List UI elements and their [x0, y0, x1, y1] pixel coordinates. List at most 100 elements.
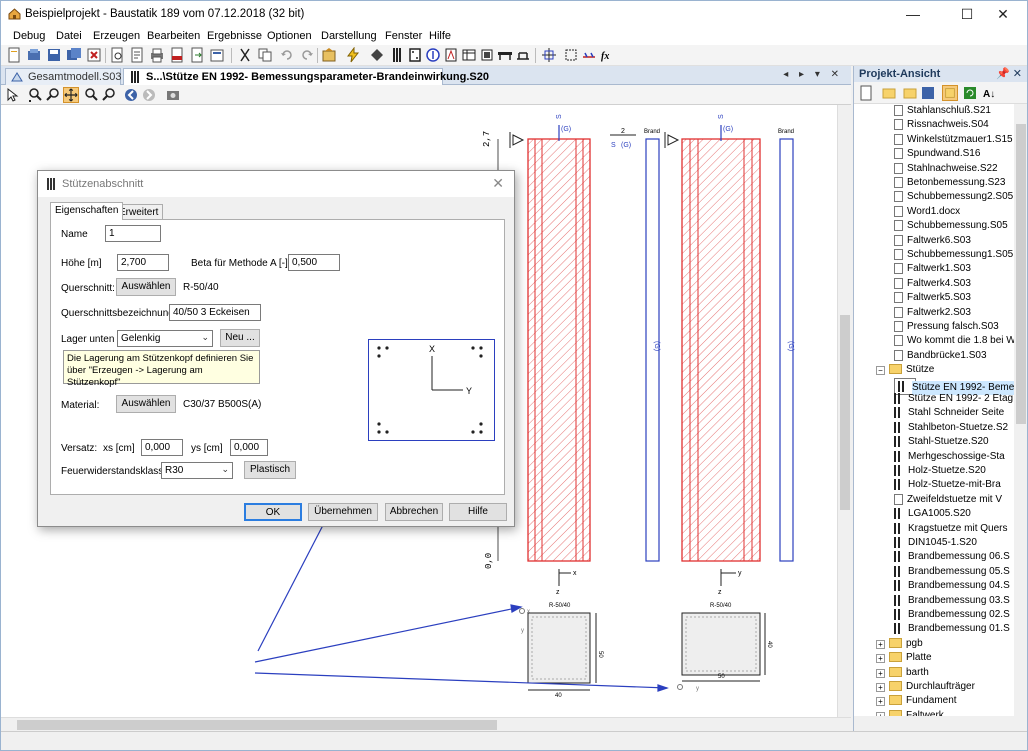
close-button[interactable]: ✕: [980, 1, 1026, 28]
canvas-vertical-scrollbar[interactable]: [837, 105, 851, 717]
tree-item[interactable]: Stahl Schneider Seite: [894, 406, 1004, 420]
tab-gesamtmodell[interactable]: Gesamtmodell.S03: [5, 68, 122, 85]
tree-item[interactable]: Spundwand.S16: [894, 147, 980, 161]
tree-item[interactable]: Stahl-Stuetze.S20: [894, 435, 989, 449]
section-icon[interactable]: [407, 47, 423, 63]
list-icon[interactable]: [479, 47, 495, 63]
new-doc-icon[interactable]: [858, 85, 874, 101]
tree-item[interactable]: Faltwerk4.S03: [894, 277, 971, 291]
pdf-icon[interactable]: [169, 47, 185, 63]
export-icon[interactable]: [189, 47, 205, 63]
tree-item[interactable]: Winkelstützmauer1.S15: [894, 133, 1013, 147]
xs-input[interactable]: 0,000: [141, 439, 183, 456]
querschnittsbezeichnung-input[interactable]: 40/50 3 Eckeisen: [169, 304, 261, 321]
forward-icon[interactable]: [141, 87, 157, 103]
tree-item[interactable]: + Platte: [876, 651, 932, 665]
menu-ergebnisse[interactable]: Ergebnisse: [207, 30, 262, 42]
redo-icon[interactable]: [299, 47, 315, 63]
cut-icon[interactable]: [237, 47, 253, 63]
tree-item[interactable]: Holz-Stuetze-mit-Bra: [894, 478, 1001, 492]
beta-input[interactable]: 0,500: [288, 254, 340, 271]
fire-icon[interactable]: [443, 47, 459, 63]
tree-item[interactable]: Stütze EN 1992- 2 Etag: [894, 392, 1013, 406]
tree-item[interactable]: Brandbemessung 06.S: [894, 550, 1010, 564]
tree-item[interactable]: Schubbemessung1.S05: [894, 248, 1013, 262]
tab-eigenschaften[interactable]: Eigenschaften: [50, 202, 124, 220]
ys-input[interactable]: 0,000: [230, 439, 268, 456]
tree-item[interactable]: Holz-Stuetze.S20: [894, 464, 986, 478]
open-icon[interactable]: [26, 47, 42, 63]
print-icon[interactable]: [149, 47, 165, 63]
uebernehmen-button[interactable]: Übernehmen: [308, 503, 378, 521]
scroll-thumb[interactable]: [840, 315, 850, 510]
menu-fenster[interactable]: Fenster: [385, 30, 422, 42]
tree-item[interactable]: + pgb: [876, 637, 923, 651]
tab-navigation[interactable]: ◂ ▸ ▾ ✕: [783, 69, 843, 80]
tree-item[interactable]: Schubbemessung.S05: [894, 219, 1008, 233]
hoehe-input[interactable]: 2,700: [117, 254, 169, 271]
calculate-icon[interactable]: [345, 47, 361, 63]
back-icon[interactable]: [123, 87, 139, 103]
node-icon[interactable]: [369, 47, 385, 63]
tree-item[interactable]: + barth: [876, 666, 929, 680]
pan-icon[interactable]: [63, 87, 79, 103]
zoom-icon[interactable]: [45, 87, 61, 103]
close-doc-icon[interactable]: [86, 47, 102, 63]
expand-toggle-icon[interactable]: +: [876, 639, 885, 649]
neu-button[interactable]: Neu ...: [220, 329, 260, 347]
expand-toggle-icon[interactable]: +: [876, 668, 885, 678]
dialog-close-button[interactable]: ✕: [492, 175, 504, 192]
lager-select[interactable]: Gelenkig ⌄: [117, 330, 213, 347]
menu-datei[interactable]: Datei: [56, 30, 82, 42]
table-icon[interactable]: [461, 47, 477, 63]
document-icon[interactable]: [129, 47, 145, 63]
tree-item[interactable]: Brandbemessung 03.S: [894, 594, 1010, 608]
new-icon[interactable]: [6, 47, 22, 63]
minimize-button[interactable]: —: [890, 1, 936, 28]
hilfe-button[interactable]: Hilfe: [449, 503, 507, 521]
abbrechen-button[interactable]: Abbrechen: [385, 503, 443, 521]
menu-optionen[interactable]: Optionen: [267, 30, 312, 42]
tree-item[interactable]: Brandbemessung 02.S: [894, 608, 1010, 622]
sort-icon[interactable]: A↓: [982, 85, 998, 101]
panel-scrollbar[interactable]: [1014, 104, 1027, 716]
tree-item[interactable]: Stahlbeton-Stuetze.S2: [894, 421, 1008, 435]
support-icon[interactable]: [515, 47, 531, 63]
zoom-window-icon[interactable]: [27, 87, 43, 103]
tree-item[interactable]: +Faltwerk: [876, 709, 944, 716]
panel-pin-close[interactable]: 📌 ✕: [996, 67, 1022, 80]
tab-stuetze[interactable]: S...\Stütze EN 1992- Bemessungsparameter…: [123, 68, 489, 85]
tree-item[interactable]: Brandbemessung 01.S: [894, 622, 1010, 636]
folder-copy-icon[interactable]: [882, 85, 898, 101]
tree-item[interactable]: DIN1045-1.S20: [894, 536, 977, 550]
report-icon[interactable]: [209, 47, 225, 63]
tree-item[interactable]: Zweifeldstuetze mit V: [894, 493, 1002, 507]
dimension-icon[interactable]: [581, 47, 597, 63]
tree-item[interactable]: Word1.docx: [894, 205, 960, 219]
copy-icon[interactable]: [257, 47, 273, 63]
feuerwiderstand-select[interactable]: R30 ⌄: [161, 462, 233, 479]
save-doc-icon[interactable]: [920, 85, 936, 101]
save-all-icon[interactable]: [66, 47, 82, 63]
camera-icon[interactable]: [165, 87, 181, 103]
scroll-thumb[interactable]: [1016, 124, 1026, 424]
querschnitt-auswaehlen-button[interactable]: Auswählen: [116, 278, 176, 296]
tree-item[interactable]: Betonbemessung.S23: [894, 176, 1005, 190]
settings-box-icon[interactable]: [321, 47, 337, 63]
tree-item[interactable]: Faltwerk2.S03: [894, 306, 971, 320]
material-auswaehlen-button[interactable]: Auswählen: [116, 395, 176, 413]
undo-icon[interactable]: [279, 47, 295, 63]
expand-toggle-icon[interactable]: +: [876, 697, 885, 707]
menu-darstellung[interactable]: Darstellung: [321, 30, 377, 42]
menu-hilfe[interactable]: Hilfe: [429, 30, 451, 42]
scroll-thumb[interactable]: [17, 720, 497, 730]
tree-item[interactable]: Faltwerk5.S03: [894, 291, 971, 305]
pointer-icon[interactable]: [4, 87, 20, 103]
tree-item[interactable]: + Fundament: [876, 694, 957, 708]
tree-item[interactable]: − Stütze: [876, 363, 934, 377]
expand-toggle-icon[interactable]: +: [876, 683, 885, 692]
menu-bearbeiten[interactable]: Bearbeiten: [147, 30, 200, 42]
zoom-out-icon[interactable]: [101, 87, 117, 103]
canvas-horizontal-scrollbar[interactable]: [1, 717, 851, 731]
tree-item[interactable]: Brandbemessung 05.S: [894, 565, 1010, 579]
